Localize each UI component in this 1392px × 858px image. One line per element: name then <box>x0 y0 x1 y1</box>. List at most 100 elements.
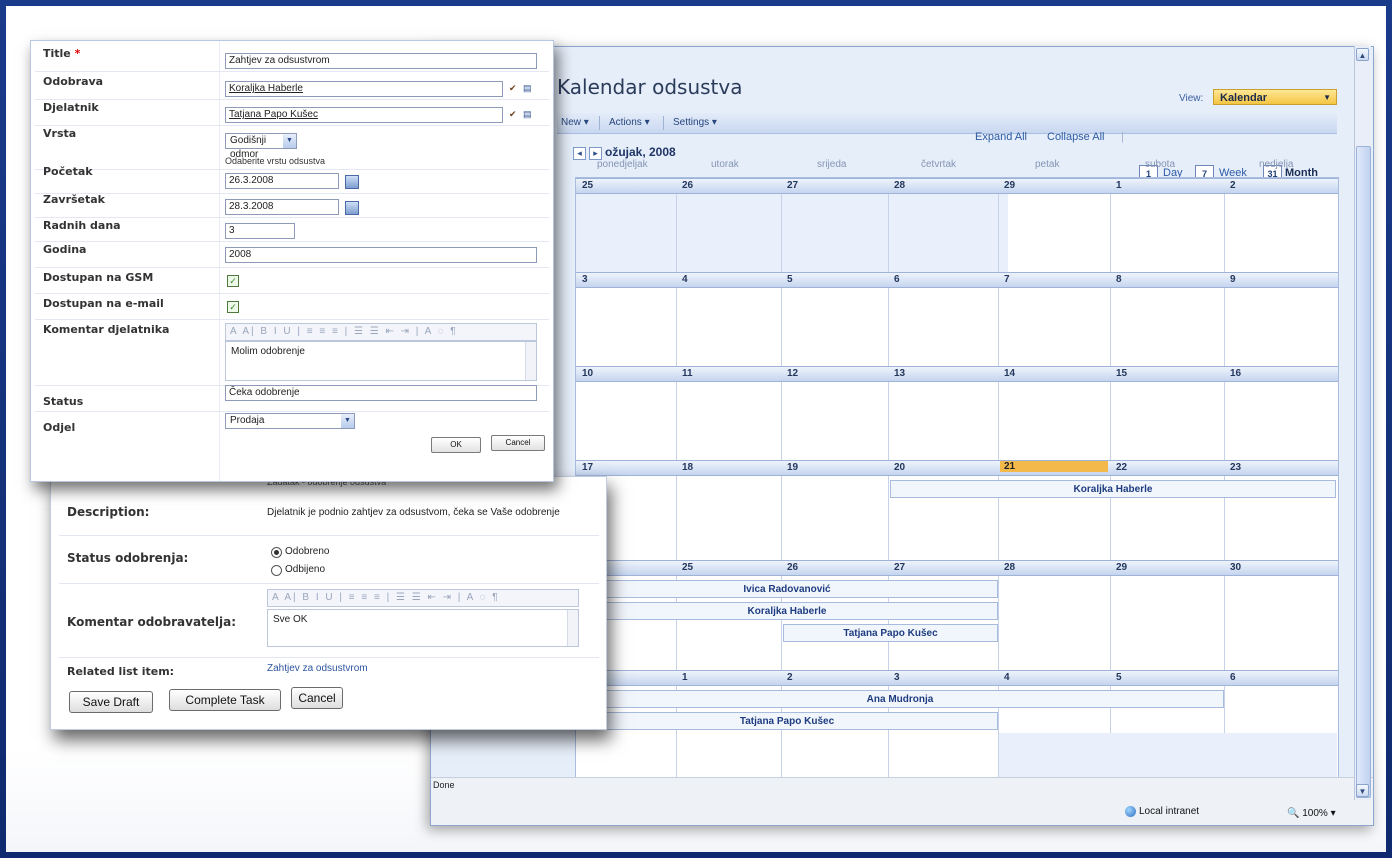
save-draft-button[interactable]: Save Draft <box>69 691 153 713</box>
approver-comment-editor[interactable]: Sve OK <box>267 609 579 647</box>
calendar-event[interactable]: Koraljka Haberle <box>890 480 1336 498</box>
day-number[interactable]: 14 <box>1004 368 1015 379</box>
day-number[interactable]: 2 <box>787 672 793 683</box>
row-divider <box>35 193 549 194</box>
radio-approved-label[interactable]: Odobreno <box>285 546 329 557</box>
day-number[interactable]: 8 <box>1116 274 1122 285</box>
previous-month-button[interactable]: ◂ <box>573 147 586 160</box>
employee-input[interactable]: Tatjana Papo Kušec <box>225 107 503 123</box>
day-number[interactable]: 26 <box>787 562 798 573</box>
check-names-icon[interactable]: ✔ <box>509 83 521 95</box>
ok-button[interactable]: OK <box>431 437 481 453</box>
day-number[interactable]: 12 <box>787 368 798 379</box>
day-number[interactable]: 2 <box>1230 180 1236 191</box>
cancel-button[interactable]: Cancel <box>491 435 545 451</box>
radio-rejected[interactable] <box>271 565 282 576</box>
day-number[interactable]: 27 <box>894 562 905 573</box>
status-input[interactable]: Čeka odobrenje <box>225 385 537 401</box>
day-number[interactable]: 1 <box>1116 180 1122 191</box>
scroll-down-icon[interactable]: ▼ <box>1356 784 1369 797</box>
check-names-icon[interactable]: ✔ <box>509 109 521 121</box>
approval-status-label: Status odobrenja: <box>67 551 189 565</box>
new-menu[interactable]: New ▾ <box>561 117 589 128</box>
radio-rejected-label[interactable]: Odbijeno <box>285 564 325 575</box>
day-number[interactable]: 3 <box>894 672 900 683</box>
day-number[interactable]: 15 <box>1116 368 1127 379</box>
calendar-event[interactable]: Koraljka Haberle <box>576 602 998 620</box>
day-number[interactable]: 5 <box>787 274 793 285</box>
day-number[interactable]: 13 <box>894 368 905 379</box>
view-selector[interactable]: Kalendar ▼ <box>1213 89 1337 105</box>
day-number[interactable]: 10 <box>582 368 593 379</box>
day-number[interactable]: 27 <box>787 180 798 191</box>
day-number[interactable]: 5 <box>1116 672 1122 683</box>
day-number[interactable]: 28 <box>1004 562 1015 573</box>
day-number[interactable]: 17 <box>582 462 593 473</box>
related-item-link[interactable]: Zahtjev za odsustvrom <box>267 663 368 674</box>
day-number[interactable]: 11 <box>682 368 693 379</box>
zoom-control[interactable]: 🔍 100% ▾ <box>1287 808 1336 819</box>
employee-comment-editor[interactable]: Molim odobrenje <box>225 341 537 381</box>
address-book-icon[interactable]: ▤ <box>523 109 535 121</box>
email-checkbox[interactable]: ✓ <box>227 301 239 313</box>
calendar-event[interactable]: Ivica Radovanović <box>576 580 998 598</box>
day-number[interactable]: 23 <box>1230 462 1241 473</box>
cancel-task-button[interactable]: Cancel <box>291 687 343 709</box>
scroll-up-icon[interactable]: ▲ <box>1356 48 1369 61</box>
actions-menu[interactable]: Actions ▾ <box>609 117 650 128</box>
day-number[interactable]: 6 <box>894 274 900 285</box>
working-days-input[interactable]: 3 <box>225 223 295 239</box>
day-number[interactable]: 1 <box>682 672 688 683</box>
leave-type-select[interactable]: Godišnji odmor ▼ <box>225 133 297 160</box>
grid-line <box>1224 178 1225 778</box>
radio-approved[interactable] <box>271 547 282 558</box>
day-number[interactable]: 19 <box>787 462 798 473</box>
day-number[interactable]: 4 <box>682 274 688 285</box>
scroll-thumb[interactable] <box>1356 146 1371 798</box>
start-date-input[interactable]: 26.3.2008 <box>225 173 339 189</box>
day-number[interactable]: 25 <box>682 562 693 573</box>
chevron-down-icon: ▼ <box>283 134 296 148</box>
day-number[interactable]: 3 <box>582 274 588 285</box>
calendar-event[interactable]: Tatjana Papo Kušec <box>576 712 998 730</box>
calendar-icon[interactable] <box>345 175 359 189</box>
end-date-input[interactable]: 28.3.2008 <box>225 199 339 215</box>
department-select[interactable]: Prodaja ▼ <box>225 413 355 429</box>
employee-comment-text: Molim odobrenje <box>231 346 305 357</box>
day-number[interactable]: 30 <box>1230 562 1241 573</box>
day-number[interactable]: 28 <box>894 180 905 191</box>
year-label: Godina <box>43 243 87 256</box>
address-book-icon[interactable]: ▤ <box>523 83 535 95</box>
editor-scrollbar[interactable] <box>567 610 578 646</box>
calendar-event[interactable]: Ana Mudronja <box>576 690 1224 708</box>
day-number[interactable]: 6 <box>1230 672 1236 683</box>
settings-menu[interactable]: Settings ▾ <box>673 117 717 128</box>
day-number[interactable]: 9 <box>1230 274 1236 285</box>
calendar-icon[interactable] <box>345 201 359 215</box>
row-divider <box>35 217 549 218</box>
day-number[interactable]: 29 <box>1116 562 1127 573</box>
collapse-all-link[interactable]: Collapse All <box>1047 131 1104 143</box>
rich-text-toolbar[interactable]: A A| B I U | ≡ ≡ ≡ | ☰ ☰ ⇤ ⇥ | A ◌ ¶ <box>267 589 579 607</box>
rich-text-toolbar[interactable]: A A| B I U | ≡ ≡ ≡ | ☰ ☰ ⇤ ⇥ | A ◌ ¶ <box>225 323 537 341</box>
day-number-today[interactable]: 21 <box>1000 461 1108 472</box>
day-number[interactable]: 22 <box>1116 462 1127 473</box>
title-input[interactable]: Zahtjev za odsustvrom <box>225 53 537 69</box>
day-number[interactable]: 25 <box>582 180 593 191</box>
approver-input[interactable]: Koraljka Haberle <box>225 81 503 97</box>
day-number[interactable]: 26 <box>682 180 693 191</box>
editor-scrollbar[interactable] <box>525 342 536 380</box>
expand-all-link[interactable]: Expand All <box>975 131 1027 143</box>
gsm-checkbox[interactable]: ✓ <box>227 275 239 287</box>
day-number[interactable]: 16 <box>1230 368 1241 379</box>
calendar-event[interactable]: Tatjana Papo Kušec <box>783 624 998 642</box>
day-number[interactable]: 20 <box>894 462 905 473</box>
year-input[interactable]: 2008 <box>225 247 537 263</box>
complete-task-button[interactable]: Complete Task <box>169 689 281 711</box>
day-number[interactable]: 18 <box>682 462 693 473</box>
day-number[interactable]: 7 <box>1004 274 1010 285</box>
day-number[interactable]: 4 <box>1004 672 1010 683</box>
day-number[interactable]: 29 <box>1004 180 1015 191</box>
vertical-scrollbar[interactable]: ▲ ▼ <box>1354 46 1371 800</box>
title-label: Title * <box>43 47 81 60</box>
